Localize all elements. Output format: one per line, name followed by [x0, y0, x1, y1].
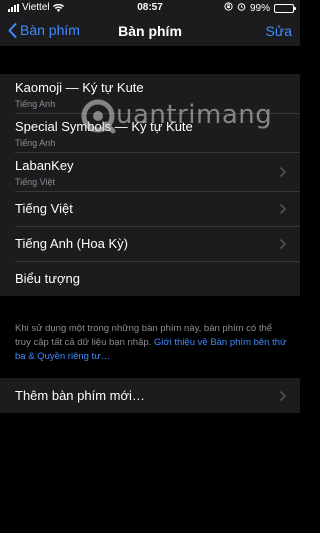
- chevron-right-icon: [280, 166, 286, 177]
- status-bar: Viettel 08:57 99%: [0, 0, 300, 16]
- battery-percent: 99%: [249, 2, 270, 14]
- add-keyboard-button[interactable]: Thêm bàn phím mới…: [0, 378, 300, 413]
- keyboard-item-special-symbols[interactable]: Special Symbols — Ký tự Kute Tiếng Anh: [0, 113, 300, 153]
- back-button-label: Bàn phím: [20, 22, 80, 38]
- edit-button[interactable]: Sửa: [266, 23, 293, 39]
- keyboard-item-title: LabanKey: [15, 158, 74, 173]
- status-right: 99%: [224, 2, 296, 14]
- battery-icon: [274, 3, 296, 13]
- keyboard-item-bieu-tuong[interactable]: Biểu tượng: [0, 261, 300, 296]
- chevron-right-icon: [280, 203, 286, 214]
- add-keyboard-label: Thêm bàn phím mới…: [15, 388, 145, 403]
- chevron-right-icon: [280, 238, 286, 249]
- add-keyboard-group: Thêm bàn phím mới…: [0, 378, 300, 413]
- navigation-bar: Bàn phím Bàn phím Sửa: [0, 16, 300, 46]
- keyboard-item-language: Tiếng Anh: [15, 99, 56, 109]
- privacy-note: Khi sử dụng một trong những bàn phím này…: [15, 322, 287, 364]
- keyboard-item-tieng-anh[interactable]: Tiếng Anh (Hoa Kỳ): [0, 226, 300, 262]
- keyboard-item-kaomoji[interactable]: Kaomoji — Ký tự Kute Tiếng Anh: [0, 74, 300, 114]
- alarm-icon: [237, 2, 246, 14]
- keyboards-list: Kaomoji — Ký tự Kute Tiếng Anh Special S…: [0, 74, 300, 296]
- back-button[interactable]: Bàn phím: [8, 22, 80, 38]
- chevron-left-icon: [8, 22, 17, 38]
- keyboard-item-language: Tiếng Anh: [15, 138, 56, 148]
- keyboard-item-title: Special Symbols — Ký tự Kute: [15, 119, 193, 134]
- keyboard-item-title: Biểu tượng: [15, 271, 80, 286]
- orientation-lock-icon: [224, 2, 233, 14]
- keyboard-item-language: Tiếng Việt: [15, 177, 56, 187]
- keyboard-item-title: Kaomoji — Ký tự Kute: [15, 80, 144, 95]
- keyboard-item-title: Tiếng Anh (Hoa Kỳ): [15, 236, 128, 251]
- keyboard-item-tieng-viet[interactable]: Tiếng Việt: [0, 191, 300, 227]
- keyboard-item-title: Tiếng Việt: [15, 201, 73, 216]
- keyboard-item-labankey[interactable]: LabanKey Tiếng Việt: [0, 152, 300, 192]
- chevron-right-icon: [280, 390, 286, 401]
